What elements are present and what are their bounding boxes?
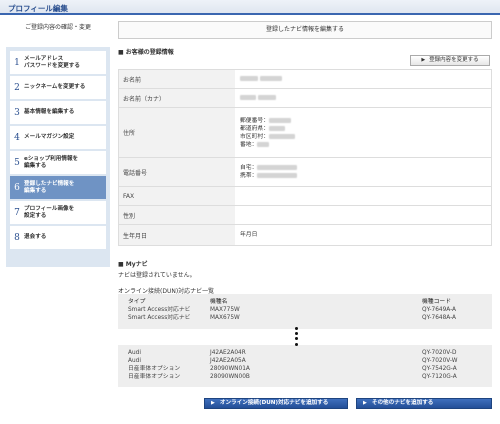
table-row: 電話番号 自宅： 携帯： bbox=[119, 158, 491, 187]
sidebar-item-number: 1 bbox=[14, 57, 20, 68]
edit-registration-button[interactable]: ▶ 登録内容を変更する bbox=[410, 55, 490, 66]
add-online-navi-label: オンライン接続(DUN)対応ナビを追加する bbox=[219, 400, 329, 406]
sidebar-item-label: 基本情報を編集する bbox=[24, 109, 75, 115]
sidebar-item-label: eショップ利用情報を bbox=[24, 155, 79, 162]
sidebar-item-navi-info[interactable]: 6 登録したナビ情報を 編集する bbox=[10, 176, 106, 199]
table-row: FAX bbox=[119, 187, 491, 206]
mynavi-status: ナビは登録されていません。 bbox=[118, 272, 196, 279]
triangle-right-icon: ▶ bbox=[363, 400, 367, 406]
customer-info-table: お名前 お名前（カナ） 住所 郵便番号： 都道府県： 市区町村： 番地： 電話番… bbox=[118, 69, 492, 246]
sidebar-item-label: 編集する bbox=[24, 187, 47, 194]
gender-label: 性別 bbox=[119, 206, 235, 224]
table-row: お名前（カナ） bbox=[119, 89, 491, 108]
mynavi-heading: ■ Myナビ bbox=[118, 261, 148, 268]
name-kana-label: お名前（カナ） bbox=[119, 89, 235, 107]
list-item: Smart Access対応ナビ MAX675W QY-7648A-A bbox=[128, 315, 457, 321]
sidebar-item-email-password[interactable]: 1 メールアドレス パスワードを変更する bbox=[10, 51, 106, 74]
sidebar-item-label: メールマガジン設定 bbox=[24, 134, 75, 140]
sidebar-item-number: 2 bbox=[14, 82, 20, 93]
name-value bbox=[235, 70, 491, 88]
ellipsis-vertical-icon bbox=[293, 327, 299, 348]
table-row: お名前 bbox=[119, 70, 491, 89]
sidebar-item-basic-info[interactable]: 3 基本情報を編集する bbox=[10, 101, 106, 124]
navi-list-bottom: Audi J42AE2A04R QY-7020V-D Audi J42AE2A0… bbox=[118, 345, 492, 387]
list-item: Audi J42AE2A04R QY-7020V-D bbox=[128, 350, 457, 356]
sidebar-item-label: 退会する bbox=[24, 234, 47, 240]
add-other-navi-button[interactable]: ▶ その他のナビを追加する bbox=[356, 398, 492, 409]
sidebar-item-number: 4 bbox=[14, 132, 20, 143]
sidebar-item-number: 7 bbox=[14, 207, 20, 218]
birthdate-value: 年月日 bbox=[240, 232, 258, 238]
sidebar: ご登録内容の確認・変更 1 メールアドレス パスワードを変更する 2 ニックネーム… bbox=[6, 21, 110, 267]
list-item: 日産車体オプション 28090WN00B QY-7120G-A bbox=[128, 374, 457, 380]
add-online-navi-button[interactable]: ▶ オンライン接続(DUN)対応ナビを追加する bbox=[204, 398, 348, 409]
sidebar-item-label: 登録したナビ情報を bbox=[24, 180, 75, 187]
name-kana-value bbox=[235, 89, 491, 107]
table-row: 生年月日 年月日 bbox=[119, 225, 491, 245]
add-other-navi-label: その他のナビを追加する bbox=[371, 400, 434, 406]
list-header: タイプ 機種名 機種コード bbox=[118, 298, 492, 306]
birthdate-label: 生年月日 bbox=[119, 225, 235, 245]
list-item: Audi J42AE2A05A QY-7020V-W bbox=[128, 358, 458, 364]
sidebar-item-number: 8 bbox=[14, 232, 20, 243]
name-label: お名前 bbox=[119, 70, 235, 88]
model-column-header: 機種名 bbox=[210, 299, 228, 305]
list-item: 日産車体オプション 28090WN01A QY-7542G-A bbox=[128, 366, 457, 372]
sidebar-item-label: 編集する bbox=[24, 162, 47, 169]
gender-value bbox=[235, 206, 491, 224]
page-title: プロフィール編集 bbox=[8, 4, 68, 13]
phone-value: 自宅： 携帯： bbox=[235, 158, 491, 186]
mynavi-section: ■ Myナビ ナビは登録されていません。 オンライン接続(DUN)対応ナビ一覧 bbox=[118, 259, 492, 295]
address-value: 郵便番号： 都道府県： 市区町村： 番地： bbox=[235, 108, 491, 157]
phone-label: 電話番号 bbox=[119, 158, 235, 186]
tab-navi-info[interactable]: 登録したナビ情報を編集する bbox=[118, 21, 492, 39]
sidebar-item-label: 設定する bbox=[24, 212, 47, 219]
triangle-right-icon: ▶ bbox=[421, 57, 426, 63]
type-column-header: タイプ bbox=[128, 299, 146, 305]
code-column-header: 機種コード bbox=[422, 299, 451, 305]
sidebar-menu: 1 メールアドレス パスワードを変更する 2 ニックネームを変更する 3 基本情報… bbox=[6, 47, 110, 267]
sidebar-item-label: パスワードを変更する bbox=[24, 62, 80, 69]
sidebar-item-number: 6 bbox=[14, 182, 20, 193]
table-row: 性別 bbox=[119, 206, 491, 225]
fax-label: FAX bbox=[119, 187, 235, 205]
sidebar-item-number: 3 bbox=[14, 107, 20, 118]
sidebar-item-eshop[interactable]: 5 eショップ利用情報を 編集する bbox=[10, 151, 106, 174]
list-item: Smart Access対応ナビ MAX775W QY-7649A-A bbox=[128, 307, 457, 313]
sidebar-item-label: メールアドレス bbox=[24, 55, 64, 62]
sidebar-item-label: プロフィール画像を bbox=[24, 205, 75, 212]
sidebar-item-nickname[interactable]: 2 ニックネームを変更する bbox=[10, 76, 106, 99]
navi-list-top: タイプ 機種名 機種コード Smart Access対応ナビ MAX775W Q… bbox=[118, 294, 492, 329]
sidebar-item-withdraw[interactable]: 8 退会する bbox=[10, 226, 106, 249]
edit-registration-label: 登録内容を変更する bbox=[429, 57, 479, 63]
sidebar-item-mail-magazine[interactable]: 4 メールマガジン設定 bbox=[10, 126, 106, 149]
table-row: 住所 郵便番号： 都道府県： 市区町村： 番地： bbox=[119, 108, 491, 158]
sidebar-item-profile-image[interactable]: 7 プロフィール画像を 設定する bbox=[10, 201, 106, 224]
sidebar-item-label: ニックネームを変更する bbox=[24, 84, 86, 90]
sidebar-heading: ご登録内容の確認・変更 bbox=[24, 24, 91, 31]
address-label: 住所 bbox=[119, 108, 235, 157]
triangle-right-icon: ▶ bbox=[211, 400, 215, 406]
fax-value bbox=[235, 187, 491, 205]
main-content: 登録したナビ情報を編集する ■ お客様の登録情報 ▶ 登録内容を変更する お名前 … bbox=[118, 21, 492, 387]
page-header: プロフィール編集 bbox=[0, 0, 500, 15]
sidebar-item-number: 5 bbox=[14, 157, 20, 168]
